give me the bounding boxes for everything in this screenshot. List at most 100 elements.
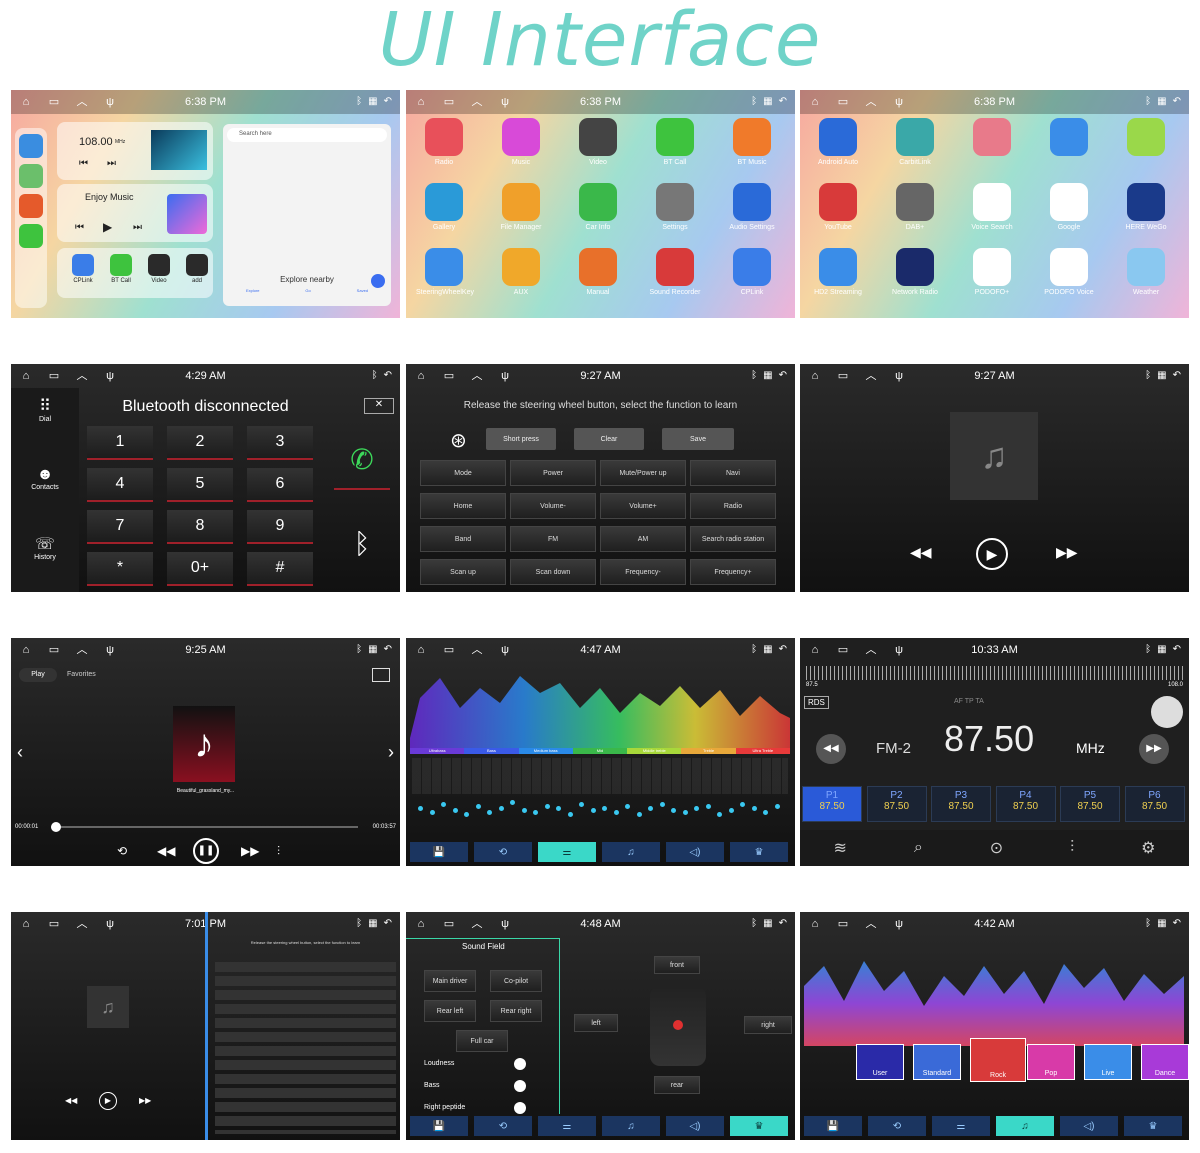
preset-p4[interactable]: P4 87.50 (995, 786, 1056, 822)
app-tile[interactable]: Voice Search (964, 183, 1020, 231)
seat-main-driver[interactable]: Main driver (424, 970, 476, 992)
tab-favorites[interactable]: Favorites (67, 668, 96, 682)
search-input[interactable]: Search here (227, 128, 387, 142)
back-icon[interactable]: ↶ (779, 370, 787, 381)
instrument-icon[interactable]: ♫ (602, 1116, 660, 1136)
function-button[interactable]: Home (420, 493, 506, 519)
eq-slider-dot[interactable] (694, 806, 699, 811)
function-button[interactable]: Volume+ (600, 493, 686, 519)
function-button[interactable]: Power (510, 460, 596, 486)
grid-icon[interactable] (19, 134, 43, 158)
rewind-icon[interactable]: ◀◀ (65, 1096, 77, 1105)
prev-icon[interactable]: ⏮ (75, 222, 84, 233)
dial-key[interactable]: 2 (167, 426, 233, 460)
app-video[interactable]: Video (143, 254, 175, 284)
back-icon[interactable]: ↶ (1173, 96, 1181, 107)
eq-slider-dot[interactable] (659, 802, 665, 807)
function-button[interactable]: Band (420, 526, 506, 552)
eq-slider-dot[interactable] (441, 802, 446, 807)
eq-slider-dot[interactable] (682, 810, 688, 815)
dial-key[interactable]: 3 (247, 426, 313, 460)
function-button[interactable]: Radio (690, 493, 776, 519)
app-bt-call[interactable]: BT Call (105, 254, 137, 284)
back-icon[interactable]: ↶ (1173, 644, 1181, 655)
instrument-icon[interactable]: ♫ (996, 1116, 1054, 1136)
eq-slider-dot[interactable] (774, 804, 780, 809)
app-tile[interactable]: Car Info (570, 183, 626, 231)
next-icon[interactable]: ⏭ (107, 158, 116, 169)
eq-slider-dot[interactable] (625, 804, 630, 809)
chevron-right-icon[interactable]: › (388, 742, 394, 763)
headphone-icon[interactable] (19, 194, 43, 218)
tuning-scale[interactable] (806, 666, 1183, 680)
clear-button[interactable]: Clear (574, 428, 644, 450)
back-icon[interactable]: ↶ (384, 96, 392, 107)
speaker-icon[interactable]: ◁) (1060, 1116, 1118, 1136)
eq-preset-pop[interactable]: Pop (1027, 1044, 1075, 1080)
tab-play[interactable]: Play (19, 668, 57, 682)
app-tile[interactable] (964, 118, 1020, 159)
eq-slider-dot[interactable] (418, 806, 423, 811)
function-button[interactable]: FM (510, 526, 596, 552)
short-press-button[interactable]: Short press (486, 428, 556, 450)
seek-back-button[interactable]: ◀◀ (816, 734, 846, 764)
equalizer-icon[interactable]: ⚌ (538, 842, 596, 862)
eq-slider-dot[interactable] (705, 804, 711, 809)
position-left[interactable]: left (574, 1014, 618, 1032)
reset-icon[interactable]: ⟲ (474, 842, 532, 862)
app-tile[interactable]: Google (1041, 183, 1097, 231)
app-tile[interactable] (1041, 118, 1097, 159)
rewind-icon[interactable]: ◀◀ (910, 544, 932, 561)
bass-toggle[interactable] (514, 1080, 526, 1092)
preset-p1[interactable]: P1 87.50 (802, 786, 862, 822)
save-button[interactable]: Save (662, 428, 734, 450)
app-tile[interactable]: SteeringWheelKey (416, 248, 474, 296)
app-tile[interactable]: Gallery (416, 183, 472, 231)
seat-co-pilot[interactable]: Co-pilot (490, 970, 542, 992)
eq-slider-dot[interactable] (452, 808, 458, 813)
app-tile[interactable]: Network Radio (887, 248, 943, 296)
eq-slider-dot[interactable] (544, 804, 550, 809)
eq-slider-dot[interactable] (498, 806, 504, 811)
search-station-icon[interactable]: ⊙ (990, 838, 1003, 858)
app-tile[interactable]: DAB+ (887, 183, 943, 231)
app-tile[interactable] (1118, 118, 1174, 159)
eq-slider-dot[interactable] (521, 808, 527, 813)
back-icon[interactable]: ↶ (1173, 918, 1181, 929)
app-tile[interactable]: Music (493, 118, 549, 166)
app-tile[interactable]: Android Auto (810, 118, 866, 166)
progress-bar[interactable] (51, 822, 358, 832)
app-tile[interactable]: YouTube (810, 183, 866, 231)
eq-preset-user[interactable]: User (856, 1044, 904, 1080)
eq-preset-dance[interactable]: Dance (1141, 1044, 1189, 1080)
app-tile[interactable]: HERE WeGo (1118, 183, 1174, 231)
dial-key[interactable]: 4 (87, 468, 153, 502)
app-tile[interactable]: Sound Recorder (647, 248, 703, 296)
speaker-icon[interactable]: ◁) (666, 1116, 724, 1136)
play-icon[interactable]: ▶ (103, 220, 112, 234)
eq-slider-dot[interactable] (751, 806, 757, 811)
dial-key[interactable]: 1 (87, 426, 153, 460)
save-icon[interactable]: 💾 (410, 1116, 468, 1136)
app-tile[interactable]: PODOFO+ (964, 248, 1020, 296)
back-icon[interactable]: ↶ (779, 644, 787, 655)
app-tile[interactable]: Video (570, 118, 626, 166)
crown-icon[interactable]: ♛ (1124, 1116, 1182, 1136)
sidebar-history[interactable]: ☏ History (11, 534, 79, 561)
seek-forward-button[interactable]: ▶▶ (1139, 734, 1169, 764)
play-button[interactable]: ▶ (976, 538, 1008, 570)
rds-badge[interactable]: RDS (804, 696, 829, 709)
eq-slider-dot[interactable] (429, 810, 435, 815)
app-tile[interactable]: Weather (1118, 248, 1174, 296)
position-rear[interactable]: rear (654, 1076, 700, 1094)
function-button[interactable]: Frequency+ (690, 559, 776, 585)
band-label[interactable]: FM-2 (876, 740, 911, 757)
save-icon[interactable]: 💾 (804, 1116, 862, 1136)
app-add[interactable]: add (181, 254, 213, 284)
app-tile[interactable]: File Manager (493, 183, 549, 231)
eq-slider-dot[interactable] (763, 810, 768, 815)
fast-forward-icon[interactable]: ▶▶ (1056, 544, 1078, 561)
function-button[interactable]: AM (600, 526, 686, 552)
focus-point[interactable] (673, 1020, 683, 1030)
prev-icon[interactable]: ⏮ (79, 158, 88, 169)
